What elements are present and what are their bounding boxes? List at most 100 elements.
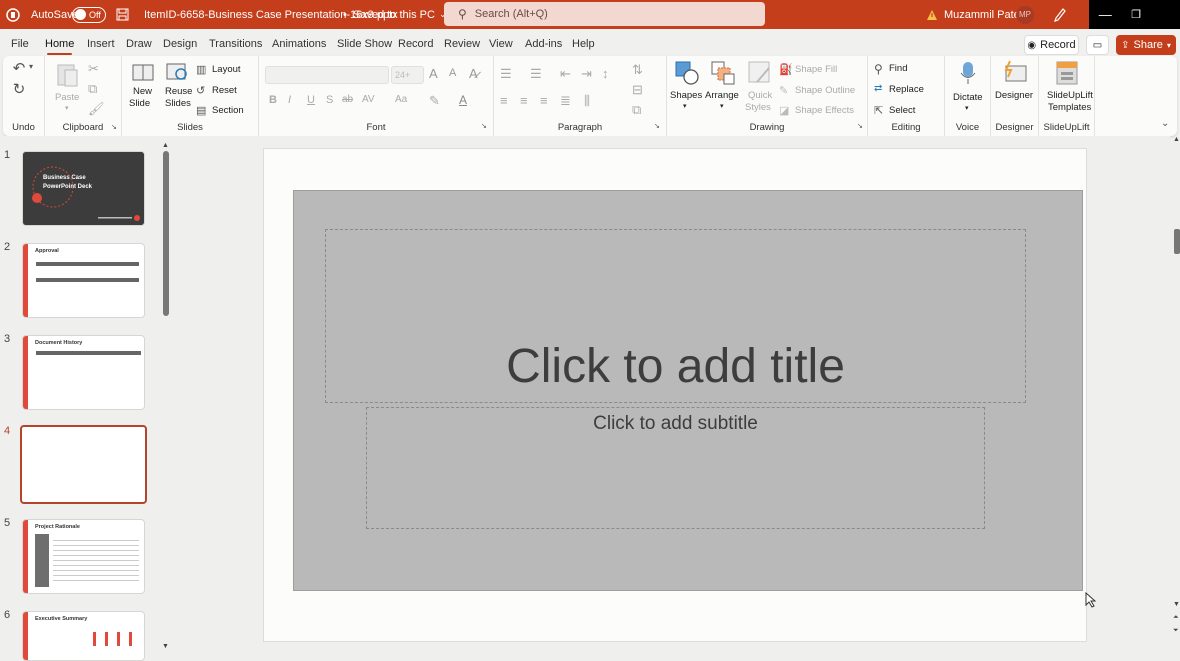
tab-animations[interactable]: Animations bbox=[272, 38, 326, 50]
tab-help[interactable]: Help bbox=[572, 38, 595, 50]
scroll-down-icon[interactable]: ▼ bbox=[1173, 601, 1180, 608]
clear-formatting-icon[interactable]: A̷ bbox=[469, 66, 478, 81]
tab-transitions[interactable]: Transitions bbox=[209, 38, 262, 50]
strikethrough-icon[interactable]: ab bbox=[342, 94, 353, 105]
slide-thumbnail-4[interactable] bbox=[20, 425, 147, 504]
minimize-icon[interactable]: — bbox=[1099, 7, 1112, 22]
shape-effects-button[interactable]: ◪ Shape Effects bbox=[779, 104, 864, 118]
tab-draw[interactable]: Draw bbox=[126, 38, 152, 50]
slideuplift-templates-button[interactable]: SlideUpLift Templates bbox=[1041, 60, 1093, 116]
scroll-up-icon[interactable]: ▲ bbox=[1173, 136, 1180, 143]
smartart-icon[interactable]: ⧉ bbox=[632, 102, 641, 118]
chevron-down-icon[interactable]: ▾ bbox=[29, 62, 33, 71]
change-case-icon[interactable]: Aa bbox=[395, 94, 407, 105]
dictate-button[interactable]: Dictate ▾ bbox=[949, 60, 987, 114]
tab-file[interactable]: File bbox=[11, 38, 29, 50]
scroll-down-icon[interactable]: ▼ bbox=[162, 643, 169, 650]
bold-icon[interactable]: B bbox=[269, 94, 277, 106]
redo-icon[interactable]: ↻ bbox=[11, 81, 27, 98]
designer-group-label: Designer bbox=[995, 122, 1034, 133]
paste-label: Paste bbox=[55, 92, 80, 103]
format-painter-icon[interactable]: 🖌 bbox=[88, 101, 105, 117]
shape-fill-button[interactable]: ⛽ Shape Fill bbox=[779, 63, 864, 77]
align-center-icon[interactable]: ≡ bbox=[520, 93, 528, 108]
shadow-icon[interactable]: S bbox=[326, 94, 333, 106]
tab-insert[interactable]: Insert bbox=[87, 38, 115, 50]
find-button[interactable]: ⚲ Find bbox=[874, 62, 934, 76]
new-slide-button[interactable]: New Slide bbox=[127, 60, 159, 116]
tab-home[interactable]: Home bbox=[45, 38, 74, 55]
comments-button[interactable]: ▭ bbox=[1086, 35, 1109, 55]
subtitle-placeholder[interactable]: Click to add subtitle bbox=[366, 407, 985, 529]
slide-6-title: Executive Summary bbox=[35, 616, 88, 622]
italic-icon[interactable]: I bbox=[288, 94, 291, 106]
font-size-dropdown[interactable]: 24+ bbox=[391, 66, 424, 84]
justify-icon[interactable]: ≣ bbox=[560, 93, 571, 109]
previous-slide-icon[interactable]: ⏶ bbox=[1173, 614, 1179, 622]
share-button[interactable]: ⇪ Share ▾ bbox=[1116, 35, 1176, 55]
tab-slide-show[interactable]: Slide Show bbox=[337, 38, 392, 50]
cut-icon[interactable]: ✂ bbox=[88, 61, 99, 77]
tab-view[interactable]: View bbox=[489, 38, 513, 50]
tab-record[interactable]: Record bbox=[398, 38, 433, 50]
slide-thumbnail-1[interactable]: Business Case PowerPoint Deck bbox=[22, 151, 145, 226]
underline-icon[interactable]: U bbox=[307, 94, 315, 106]
title-placeholder[interactable]: Click to add title bbox=[325, 229, 1026, 403]
slide-thumbnail-5[interactable]: Project Rationale bbox=[22, 519, 145, 594]
layout-button[interactable]: ▥ Layout bbox=[196, 63, 256, 77]
shape-outline-button[interactable]: ✎ Shape Outline bbox=[779, 84, 864, 98]
align-right-icon[interactable]: ≡ bbox=[540, 93, 548, 108]
thumbnail-scrollbar[interactable]: ▲ ▼ bbox=[162, 142, 170, 653]
search-box[interactable]: ⚲ Search (Alt+Q) bbox=[444, 2, 765, 26]
section-button[interactable]: ▤ Section bbox=[196, 104, 256, 118]
collapse-ribbon-icon[interactable]: ⌄ bbox=[1161, 118, 1169, 129]
columns-icon[interactable]: ⫼ bbox=[584, 93, 590, 109]
increase-indent-icon[interactable]: ⇥ bbox=[581, 66, 592, 82]
font-color-icon[interactable]: A bbox=[459, 93, 467, 107]
bullets-icon[interactable]: ☰ bbox=[500, 66, 512, 82]
slide-thumbnail-2[interactable]: Approval bbox=[22, 243, 145, 318]
save-icon[interactable] bbox=[116, 0, 129, 29]
line-spacing-icon[interactable]: ↕ bbox=[602, 66, 609, 81]
reuse-slides-button[interactable]: Reuse Slides bbox=[162, 60, 194, 116]
paste-button[interactable]: Paste ▾ bbox=[53, 62, 83, 112]
tab-add-ins[interactable]: Add-ins bbox=[525, 38, 562, 50]
decrease-indent-icon[interactable]: ⇤ bbox=[560, 66, 571, 82]
designer-button[interactable]: Designer bbox=[993, 60, 1037, 114]
align-text-icon[interactable]: ⊟ bbox=[632, 82, 643, 98]
align-left-icon[interactable]: ≡ bbox=[500, 93, 508, 108]
user-avatar[interactable]: MP bbox=[1016, 5, 1034, 24]
reset-button[interactable]: ↺ Reset bbox=[196, 84, 256, 98]
tab-review[interactable]: Review bbox=[444, 38, 480, 50]
current-slide[interactable]: Click to add title Click to add subtitle bbox=[293, 190, 1083, 591]
decrease-font-icon[interactable]: A bbox=[449, 67, 456, 79]
font-name-dropdown[interactable] bbox=[265, 66, 389, 84]
arrange-button[interactable]: Arrange ▾ bbox=[705, 60, 741, 114]
copy-icon[interactable]: ⧉ bbox=[88, 81, 97, 97]
editor-scrollbar[interactable]: ▲ ▼ ⏶ ⏷ bbox=[1172, 136, 1180, 655]
select-button[interactable]: ⇱ Select bbox=[874, 104, 934, 118]
character-spacing-icon[interactable]: AV bbox=[362, 94, 375, 105]
numbering-icon[interactable]: ☰ bbox=[530, 66, 542, 82]
next-slide-icon[interactable]: ⏷ bbox=[1173, 627, 1179, 635]
restore-icon[interactable]: ❐ bbox=[1131, 8, 1141, 21]
shapes-button[interactable]: Shapes ▾ bbox=[670, 60, 704, 114]
slide-thumbnail-3[interactable]: Document History bbox=[22, 335, 145, 410]
warning-icon[interactable] bbox=[926, 0, 938, 29]
text-direction-icon[interactable]: ⇅ bbox=[632, 62, 643, 78]
slide-thumbnail-6[interactable]: Executive Summary bbox=[22, 611, 145, 661]
record-button[interactable]: ◉ Record bbox=[1024, 35, 1079, 55]
highlight-icon[interactable]: ✎ bbox=[429, 93, 440, 109]
scroll-up-icon[interactable]: ▲ bbox=[162, 142, 169, 149]
tab-design[interactable]: Design bbox=[163, 38, 197, 50]
pen-icon[interactable] bbox=[1054, 0, 1066, 29]
quick-styles-button[interactable]: Quick Styles bbox=[743, 60, 777, 114]
undo-icon[interactable]: ↶ bbox=[11, 60, 27, 77]
increase-font-icon[interactable]: A bbox=[429, 66, 438, 81]
replace-button[interactable]: ⇄ Replace bbox=[874, 83, 942, 97]
autosave-toggle[interactable]: Off bbox=[72, 6, 106, 23]
user-name[interactable]: Muzammil Patel bbox=[944, 0, 1022, 29]
scroll-thumb[interactable] bbox=[1174, 229, 1180, 254]
scroll-thumb[interactable] bbox=[163, 151, 169, 316]
save-status-dropdown[interactable]: Saved to this PC ⌄ bbox=[353, 0, 446, 29]
